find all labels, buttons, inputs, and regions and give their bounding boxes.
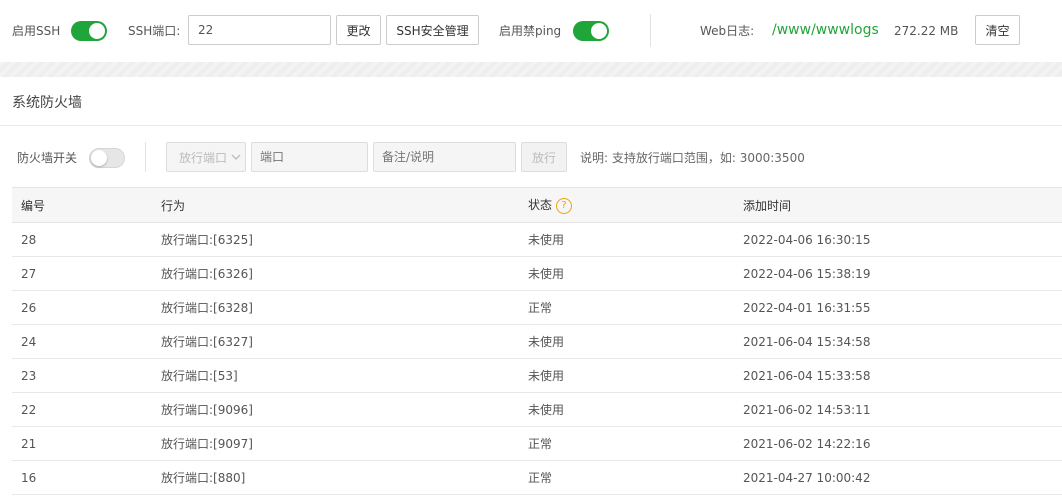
table-row[interactable]: 23 放行端口:[53] 未使用 2021-06-04 15:33:58: [12, 358, 1062, 393]
cell-action: 放行端口:[6328]: [152, 290, 519, 325]
allow-port-button[interactable]: 放行: [521, 142, 567, 172]
cell-status: 正常: [519, 426, 734, 461]
settings-bar: 启用SSH SSH端口: 更改 SSH安全管理 启用禁ping Web日志: /…: [0, 0, 1062, 62]
cell-added-time: 2021-06-02 14:22:16: [734, 426, 1062, 461]
toggle-knob: [89, 23, 105, 39]
cell-added-time: 2022-04-01 16:31:55: [734, 290, 1062, 325]
cell-added-time: 2021-06-04 15:34:58: [734, 324, 1062, 359]
table-row[interactable]: 28 放行端口:[6325] 未使用 2022-04-06 16:30:15: [12, 222, 1062, 257]
cell-id: 28: [12, 222, 152, 257]
port-input[interactable]: [251, 142, 368, 172]
cell-status: 未使用: [519, 324, 734, 359]
cell-action: 放行端口:[9097]: [152, 426, 519, 461]
web-log-path-link[interactable]: /www/wwwlogs: [772, 22, 879, 39]
cell-added-time: 2022-04-06 16:30:15: [734, 222, 1062, 257]
action-select-value: 放行端口: [179, 150, 228, 165]
cell-added-time: 2021-04-27 10:00:42: [734, 460, 1062, 495]
web-log-label: Web日志:: [700, 24, 755, 38]
cell-id: 16: [12, 460, 152, 495]
cell-id: 22: [12, 392, 152, 427]
table-row[interactable]: 27 放行端口:[6326] 未使用 2022-04-06 15:38:19: [12, 256, 1062, 291]
divider: [650, 14, 651, 47]
divider: [0, 125, 1062, 126]
cell-id: 23: [12, 358, 152, 393]
column-header-added-time[interactable]: 添加时间: [734, 187, 1062, 223]
port-range-hint: 说明: 支持放行端口范围，如: 3000:3500: [580, 151, 805, 165]
column-header-id[interactable]: 编号: [12, 187, 152, 223]
cell-status: 未使用: [519, 222, 734, 257]
web-log-size: 272.22 MB: [894, 24, 959, 38]
cell-status: 未使用: [519, 392, 734, 427]
cell-status: 正常: [519, 290, 734, 325]
cell-id: 27: [12, 256, 152, 291]
cell-status: 未使用: [519, 256, 734, 291]
cell-added-time: 2021-06-02 14:53:11: [734, 392, 1062, 427]
cell-id: 21: [12, 426, 152, 461]
column-header-status[interactable]: 状态?: [519, 187, 734, 223]
help-icon[interactable]: ?: [556, 197, 573, 214]
divider: [145, 142, 146, 172]
firewall-rules-table: 编号 行为 状态? 添加时间 28 放行端口:[6325] 未使用 2022-04-0…: [12, 187, 1062, 495]
cell-id: 24: [12, 324, 152, 359]
firewall-toggle[interactable]: [89, 148, 125, 168]
ssh-security-button[interactable]: SSH安全管理: [386, 15, 479, 45]
cell-action: 放行端口:[6327]: [152, 324, 519, 359]
cell-added-time: 2021-06-04 15:33:58: [734, 358, 1062, 393]
cell-status: 正常: [519, 460, 734, 495]
column-header-action[interactable]: 行为: [152, 187, 519, 223]
toggle-knob: [91, 150, 107, 166]
ssh-port-input[interactable]: [188, 15, 331, 45]
cell-action: 放行端口:[9096]: [152, 392, 519, 427]
ping-toggle[interactable]: [573, 21, 609, 41]
cell-status: 未使用: [519, 358, 734, 393]
ssh-enable-label: 启用SSH: [12, 24, 61, 38]
chevron-down-icon: [231, 154, 241, 160]
cell-action: 放行端口:[6326]: [152, 256, 519, 291]
table-row[interactable]: 26 放行端口:[6328] 正常 2022-04-01 16:31:55: [12, 290, 1062, 325]
cell-action: 放行端口:[53]: [152, 358, 519, 393]
cell-action: 放行端口:[6325]: [152, 222, 519, 257]
firewall-switch-label: 防火墙开关: [17, 151, 78, 165]
clear-logs-button[interactable]: 清空: [975, 15, 1020, 45]
remark-input[interactable]: [373, 142, 516, 172]
ping-disable-label: 启用禁ping: [499, 24, 562, 38]
cell-action: 放行端口:[880]: [152, 460, 519, 495]
ssh-toggle[interactable]: [71, 21, 107, 41]
table-row[interactable]: 21 放行端口:[9097] 正常 2021-06-02 14:22:16: [12, 426, 1062, 461]
cell-added-time: 2022-04-06 15:38:19: [734, 256, 1062, 291]
table-row[interactable]: 16 放行端口:[880] 正常 2021-04-27 10:00:42: [12, 460, 1062, 495]
ssh-port-label: SSH端口:: [128, 24, 181, 38]
column-header-status-label: 状态: [528, 198, 553, 213]
change-port-button[interactable]: 更改: [336, 15, 381, 45]
toggle-knob: [591, 23, 607, 39]
table-row[interactable]: 24 放行端口:[6327] 未使用 2021-06-04 15:34:58: [12, 324, 1062, 359]
section-separator: [0, 62, 1062, 77]
action-select[interactable]: 放行端口: [166, 142, 246, 172]
cell-id: 26: [12, 290, 152, 325]
section-title: 系统防火墙: [12, 95, 82, 111]
table-header-row: 编号 行为 状态? 添加时间: [12, 187, 1062, 223]
table-row[interactable]: 22 放行端口:[9096] 未使用 2021-06-02 14:53:11: [12, 392, 1062, 427]
